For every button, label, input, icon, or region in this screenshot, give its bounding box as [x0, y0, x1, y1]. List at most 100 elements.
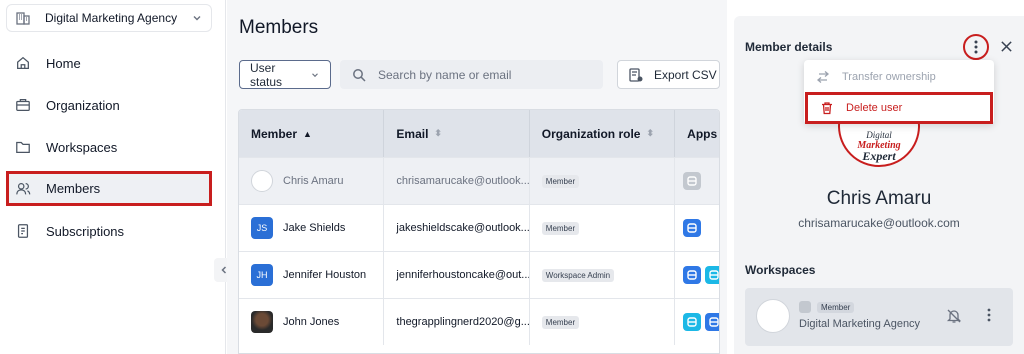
app-icon[interactable]: [705, 266, 719, 284]
role-cell: Member: [530, 158, 676, 204]
main-content: Members User status Export CSV Member ▲ …: [227, 0, 727, 354]
menu-item-transfer-ownership[interactable]: Transfer ownership: [804, 62, 994, 92]
menu-item-delete-user[interactable]: Delete user: [805, 92, 993, 124]
column-header-organization-role[interactable]: Organization role ⬍: [530, 110, 676, 157]
more-options-button[interactable]: [963, 34, 989, 60]
export-csv-label: Export CSV: [654, 67, 717, 82]
app-icon[interactable]: [705, 313, 719, 331]
workspace-badge-row: Member: [799, 301, 855, 313]
export-file-icon: [628, 67, 644, 83]
sidebar-item-label: Subscriptions: [46, 223, 125, 239]
menu-item-label: Delete user: [846, 102, 903, 114]
workspaces-heading: Workspaces: [745, 263, 816, 277]
home-icon: [14, 54, 32, 72]
page-title: Members: [239, 17, 319, 38]
sidebar-item-organization[interactable]: Organization: [6, 88, 212, 122]
building-icon: [15, 10, 31, 26]
member-name: Chris Amaru: [283, 175, 344, 187]
sidebar-item-label: Organization: [46, 97, 120, 113]
chevron-down-icon: [310, 70, 320, 80]
role-cell: Member: [530, 205, 676, 251]
users-icon: [14, 180, 32, 198]
avatar: JH: [251, 264, 273, 286]
role-cell: Member: [530, 299, 676, 345]
workspace-role-badge: Member: [817, 301, 855, 313]
organization-selector[interactable]: Digital Marketing Agency: [6, 4, 212, 32]
role-badge: Workspace Admin: [541, 268, 615, 282]
sidebar: Digital Marketing Agency Home Organizati…: [0, 0, 226, 354]
sidebar-item-members[interactable]: Members: [6, 171, 212, 206]
member-name: Jake Shields: [283, 222, 346, 234]
column-header-label: Apps: [687, 126, 718, 141]
logo-line-1: Digital: [865, 130, 892, 140]
role-badge: Member: [541, 221, 580, 235]
apps-cell: [675, 158, 719, 204]
workspace-logo: [756, 299, 790, 333]
briefcase-icon: [14, 96, 32, 114]
app-icon[interactable]: [683, 172, 702, 190]
sidebar-item-label: Workspaces: [46, 139, 118, 155]
logo-line-3: Expert: [861, 149, 896, 163]
sidebar-item-subscriptions[interactable]: Subscriptions: [6, 214, 212, 248]
workspace-more-button[interactable]: [981, 308, 997, 324]
swap-arrows-icon: [816, 70, 830, 84]
member-cell: JS Jake Shields: [239, 205, 385, 251]
avatar: [251, 311, 273, 333]
email-cell: jenniferhoustoncake@out...: [384, 252, 530, 298]
sort-icon: ⬍: [434, 128, 442, 138]
app-icon: [799, 301, 811, 313]
more-vertical-icon: [974, 40, 978, 54]
column-header-label: Member: [251, 126, 298, 141]
search-box: [340, 60, 603, 89]
close-panel-button[interactable]: [998, 38, 1014, 54]
column-header-email[interactable]: Email ⬍: [384, 110, 530, 157]
role-badge: Member: [541, 315, 580, 329]
table-row[interactable]: JS Jake Shields jakeshieldscake@outlook...…: [239, 204, 719, 251]
more-vertical-icon: [987, 308, 991, 322]
member-name: Chris Amaru: [826, 188, 932, 209]
avatar: JS: [251, 217, 273, 239]
column-header-member[interactable]: Member ▲: [239, 110, 385, 157]
app-icon[interactable]: [683, 313, 702, 331]
workspace-name: Digital Marketing Agency: [799, 318, 921, 330]
column-header-label: Email: [396, 126, 429, 141]
table-row[interactable]: JH Jennifer Houston jenniferhoustoncake@ou…: [239, 251, 719, 298]
apps-cell: [675, 299, 719, 345]
member-name: John Jones: [283, 316, 340, 328]
close-icon: [1000, 40, 1012, 52]
member-name: Jennifer Houston: [283, 269, 367, 281]
app-icon[interactable]: [683, 219, 702, 237]
sidebar-item-home[interactable]: Home: [6, 46, 212, 80]
folder-icon: [14, 138, 32, 156]
email-cell: jakeshieldscake@outlook...: [384, 205, 530, 251]
panel-title: Member details: [745, 40, 833, 54]
search-input[interactable]: [378, 67, 578, 82]
export-csv-button[interactable]: Export CSV: [617, 60, 720, 89]
trash-icon: [820, 101, 834, 115]
email-cell: chrisamarucake@outlook...: [384, 158, 530, 204]
receipt-icon: [14, 222, 32, 240]
role-cell: Workspace Admin: [530, 252, 676, 298]
email-cell: thegrapplingnerd2020@g...: [384, 299, 530, 345]
more-options-menu: Transfer ownership Delete user: [804, 60, 994, 124]
user-status-filter-label: User status: [250, 60, 283, 89]
table-header: Member ▲ Email ⬍ Organization role ⬍ App…: [239, 110, 719, 157]
sidebar-item-label: Members: [46, 181, 101, 196]
sidebar-item-label: Home: [46, 55, 81, 71]
menu-item-label: Transfer ownership: [842, 71, 936, 83]
user-status-filter[interactable]: User status: [239, 60, 331, 89]
organization-name: Digital Marketing Agency: [45, 11, 178, 25]
member-email: chrisamarucake@outlook.com: [798, 216, 960, 230]
role-badge: Member: [541, 174, 580, 188]
search-icon: [352, 68, 366, 82]
sidebar-item-workspaces[interactable]: Workspaces: [6, 130, 212, 164]
notifications-off-icon[interactable]: [946, 308, 962, 324]
column-header-apps: Apps: [675, 110, 719, 157]
column-header-label: Organization role: [541, 126, 641, 141]
app-icon[interactable]: [683, 266, 702, 284]
table-row[interactable]: John Jones thegrapplingnerd2020@g... Membe…: [239, 298, 719, 345]
chevron-down-icon: [191, 12, 203, 24]
workspace-card[interactable]: Member Digital Marketing Agency: [745, 288, 1013, 346]
member-cell: John Jones: [239, 299, 385, 345]
table-row[interactable]: Chris Amaru chrisamarucake@outlook... Memb…: [239, 157, 719, 204]
